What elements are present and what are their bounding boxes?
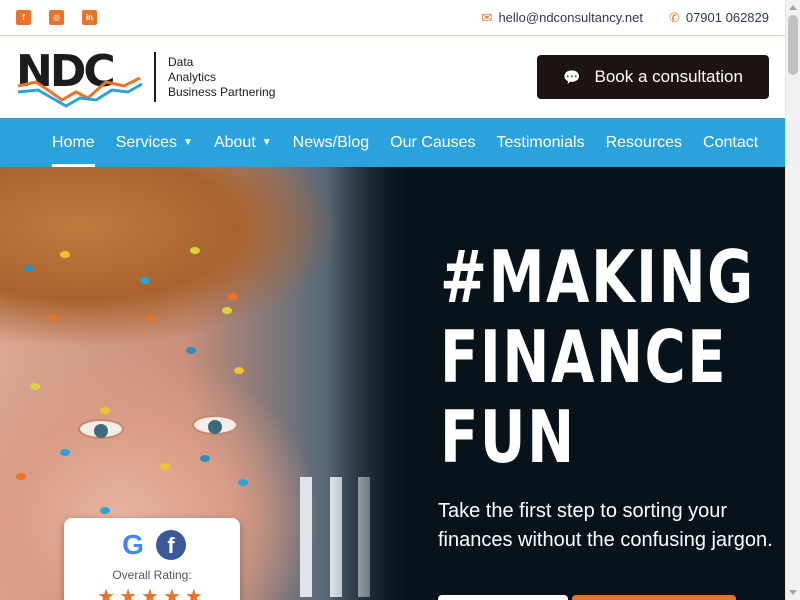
nav-home[interactable]: Home [52, 118, 95, 167]
chevron-down-icon: ▼ [183, 137, 193, 148]
site-header: NDC Data Analytics Business Partnering 💬… [0, 36, 785, 118]
eye [78, 419, 124, 439]
confetti [234, 367, 244, 374]
chat-bubble-icon: 💬 [563, 68, 581, 85]
headline-line-2: FINANCE [440, 315, 728, 399]
confetti [140, 277, 150, 284]
linkedin-icon[interactable]: in [82, 10, 97, 25]
hero-subtitle: Take the first step to sorting your fina… [438, 500, 773, 551]
scroll-thumb[interactable] [788, 15, 798, 75]
main-nav: Home Services ▼ About ▼ News/Blog Our Caus… [0, 118, 785, 167]
confetti [24, 265, 34, 272]
facebook-icon: f [156, 530, 186, 560]
logo-line-business: Business Partnering [168, 84, 276, 99]
headline-line-3: FUN [440, 395, 576, 479]
top-bar: f ◎ in ✉ hello@ndconsultancy.net ✆ 07901… [0, 0, 785, 36]
confetti [190, 247, 200, 254]
confetti [200, 455, 210, 462]
hero-banner: #MAKING FINANCE FUN Take the first step … [0, 167, 785, 600]
rating-stars: ★★★★★ [97, 586, 207, 600]
rating-logos: G f [64, 530, 240, 560]
site-logo[interactable]: NDC Data Analytics Business Partnering [16, 42, 275, 112]
confetti [100, 407, 110, 414]
nav-about[interactable]: About ▼ [214, 118, 272, 167]
eye [192, 415, 238, 435]
nav-news-blog[interactable]: News/Blog [293, 118, 369, 167]
phone-text: 07901 062829 [685, 10, 769, 25]
hero-primary-button[interactable] [438, 595, 568, 600]
email-link[interactable]: ✉ hello@ndconsultancy.net [482, 10, 643, 26]
confetti [238, 479, 248, 486]
confetti [228, 293, 238, 300]
hero-headline: #MAKING FINANCE FUN [440, 237, 755, 477]
confetti [146, 315, 156, 322]
facebook-icon[interactable]: f [16, 10, 31, 25]
logo-line-data: Data [168, 54, 194, 69]
logo-mark: NDC [16, 42, 146, 112]
logo-tagline: Data Analytics Business Partnering [168, 55, 275, 100]
banister [330, 477, 342, 597]
overall-rating-label: Overall Rating: [112, 568, 192, 582]
nav-our-causes[interactable]: Our Causes [390, 118, 475, 167]
confetti [100, 507, 110, 514]
confetti [30, 383, 40, 390]
social-links: f ◎ in [16, 10, 97, 25]
logo-line-analytics: Analytics [168, 69, 217, 84]
confetti [222, 307, 232, 314]
phone-link[interactable]: ✆ 07901 062829 [669, 10, 769, 26]
banister [358, 477, 370, 597]
google-icon: G [122, 529, 144, 560]
nav-testimonials[interactable]: Testimonials [497, 118, 585, 167]
contact-info: ✉ hello@ndconsultancy.net ✆ 07901 062829 [482, 10, 769, 26]
confetti [60, 449, 70, 456]
confetti [160, 463, 170, 470]
logo-divider [154, 52, 156, 102]
chevron-down-icon: ▼ [261, 137, 272, 148]
banister [300, 477, 312, 597]
rating-card[interactable]: G f Overall Rating: ★★★★★ [64, 518, 240, 600]
book-consultation-button[interactable]: 💬 Book a consultation [537, 55, 769, 99]
phone-icon: ✆ [668, 9, 680, 25]
confetti [48, 315, 58, 322]
nav-services[interactable]: Services ▼ [116, 118, 193, 167]
scroll-up-arrow-icon[interactable] [789, 5, 797, 10]
hero-secondary-button[interactable] [572, 595, 736, 600]
page: f ◎ in ✉ hello@ndconsultancy.net ✆ 07901… [0, 0, 785, 600]
instagram-icon[interactable]: ◎ [49, 10, 64, 25]
vertical-scrollbar[interactable] [785, 0, 800, 600]
headline-line-1: #MAKING [440, 235, 755, 319]
email-text: hello@ndconsultancy.net [498, 10, 643, 25]
nav-contact[interactable]: Contact [703, 118, 758, 167]
nav-resources[interactable]: Resources [606, 118, 682, 167]
book-consultation-label: Book a consultation [594, 67, 743, 86]
scroll-down-arrow-icon[interactable] [789, 590, 797, 595]
confetti [60, 251, 70, 258]
confetti [186, 347, 196, 354]
envelope-icon: ✉ [481, 9, 493, 25]
confetti [16, 473, 26, 480]
